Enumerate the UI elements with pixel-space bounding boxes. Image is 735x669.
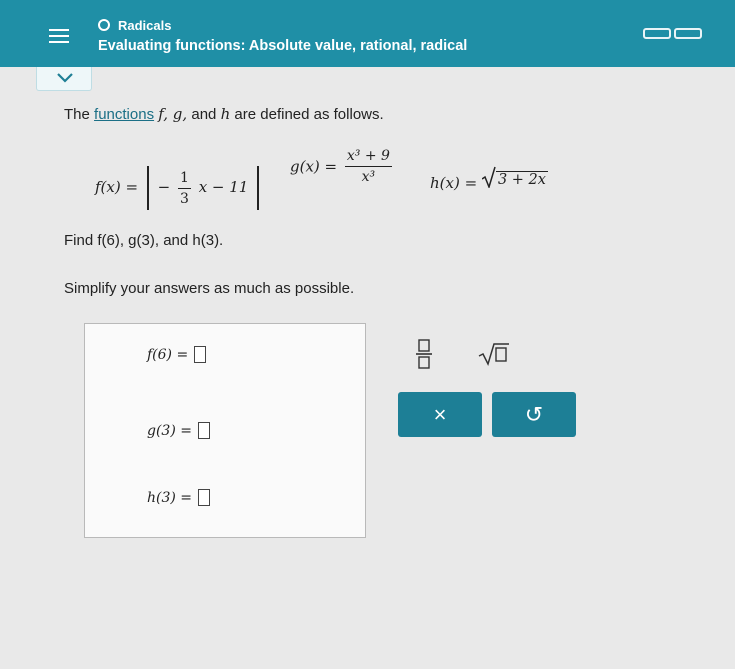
g-definition: g(x) = x³ + 9 x³ (290, 148, 395, 185)
undo-button[interactable]: ↺ (492, 392, 576, 437)
problem-intro: The functions f, g, and h are defined as… (64, 105, 384, 123)
g-name: g(x) = (290, 157, 338, 176)
h-name: h(x) = (430, 174, 478, 192)
chevron-down-icon (57, 73, 73, 83)
find-instruction: Find f(6), g(3), and h(3). (64, 232, 224, 249)
f-frac-den: 3 (179, 190, 189, 207)
answer-row-h: h(3) = (147, 489, 211, 506)
f-name: f(x) = (95, 178, 139, 196)
functions-link[interactable]: functions (94, 106, 154, 123)
page-title: Evaluating functions: Absolute value, ra… (98, 38, 468, 54)
h-radicand: 3 + 2x (495, 171, 548, 188)
collapse-button[interactable] (36, 67, 92, 91)
answer-label-f: f(6) = (147, 346, 189, 363)
intro-and: and (191, 106, 217, 123)
abs-bar-right (257, 166, 260, 210)
h-sqrt: 3 + 2x (481, 166, 548, 188)
topic-label: Radicals (118, 17, 172, 33)
g-den: x³ (361, 169, 376, 185)
answer-label-g: g(3) = (147, 422, 192, 439)
g-fraction: x³ + 9 x³ (344, 148, 392, 185)
clear-button[interactable]: × (398, 392, 482, 437)
answer-row-f: f(6) = (147, 346, 207, 363)
radical-sign-icon (481, 166, 496, 188)
answer-input-h[interactable] (198, 489, 211, 506)
f-minus: − (157, 178, 171, 196)
f-tail: x − 11 (198, 178, 249, 196)
topic-circle-icon (98, 19, 110, 31)
intro-suffix: are defined as follows. (234, 106, 384, 123)
answer-row-g: g(3) = (147, 422, 210, 439)
abs-bar-left (146, 166, 149, 210)
intro-vars: f, g, (158, 105, 188, 123)
progress-segment (674, 28, 702, 39)
fraction-icon[interactable] (408, 336, 440, 372)
topic-row: Radicals (98, 16, 171, 34)
answer-input-f[interactable] (194, 346, 207, 363)
answer-label-h: h(3) = (147, 489, 193, 506)
function-definitions: f(x) = − 1 3 x − 11 g(x) = x³ + 9 x³ h(x… (95, 148, 565, 216)
header-bar: Radicals Evaluating functions: Absolute … (0, 0, 735, 67)
intro-h: h (220, 105, 231, 123)
g-num: x³ + 9 (344, 148, 392, 167)
f-definition: f(x) = − 1 3 x − 11 (95, 166, 263, 210)
f-fraction: 1 3 (177, 170, 191, 207)
progress-segment (643, 28, 671, 39)
math-toolbar: × ↺ (398, 330, 578, 440)
answer-input-g[interactable] (197, 422, 210, 439)
h-definition: h(x) = 3 + 2x (430, 166, 548, 192)
simplify-instruction: Simplify your answers as much as possibl… (64, 280, 355, 297)
answer-panel: f(6) = g(3) = h(3) = (84, 323, 366, 538)
menu-icon[interactable] (42, 22, 76, 50)
sqrt-icon[interactable] (476, 338, 512, 370)
f-frac-num: 1 (177, 170, 191, 189)
progress-indicator (643, 28, 702, 39)
intro-prefix: The (64, 106, 90, 123)
